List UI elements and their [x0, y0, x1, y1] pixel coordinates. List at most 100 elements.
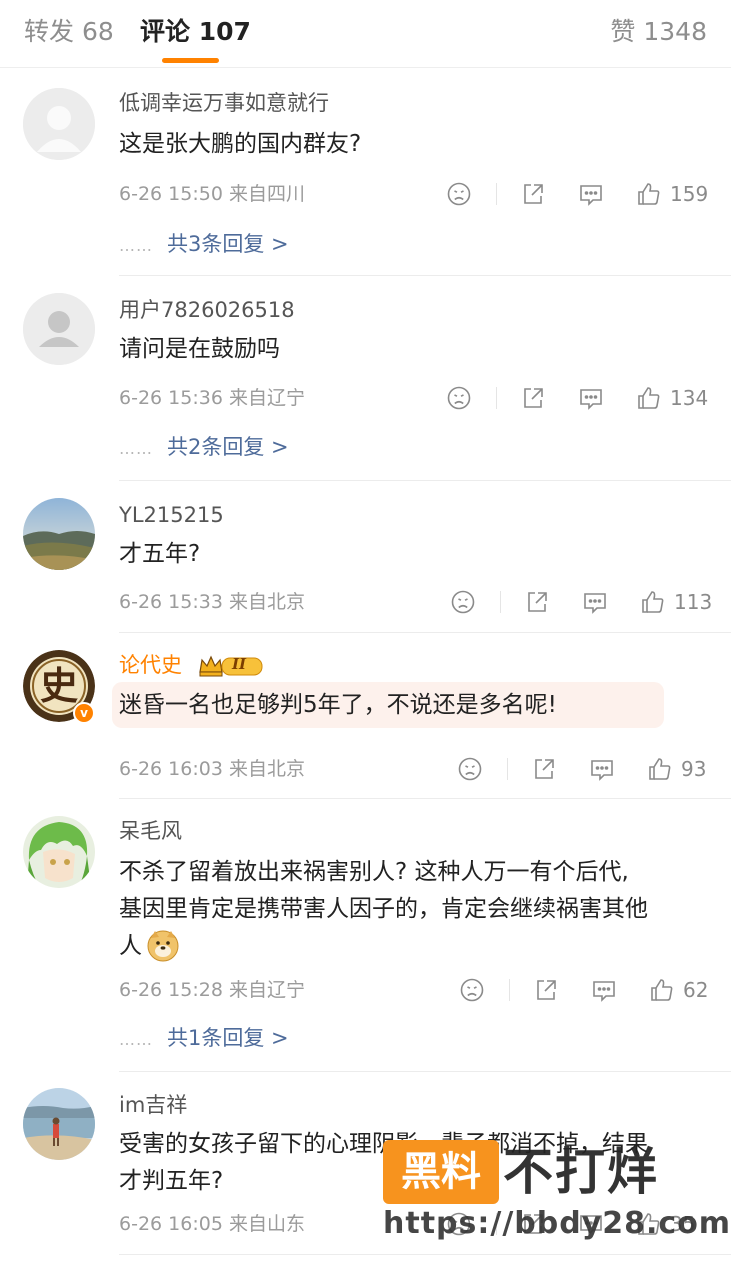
comment-username[interactable]: 呆毛风 [119, 816, 182, 846]
divider [496, 387, 497, 409]
comment-icon [593, 981, 615, 1002]
frown-face-icon [451, 590, 475, 614]
replies-count: 共3条回复 > [167, 232, 289, 256]
crown-level: II [232, 655, 247, 673]
share-icon [537, 980, 556, 1000]
reply-button[interactable] [578, 383, 604, 413]
avatar[interactable] [23, 498, 95, 570]
like-button[interactable]: 62 [649, 975, 708, 1005]
replies-dots: …… [119, 439, 153, 458]
comment-meta: 6-26 15:33 来自北京 [119, 591, 305, 613]
comment-meta: 6-26 16:03 来自北京 [119, 758, 305, 780]
reply-button[interactable] [589, 754, 615, 784]
comment-username[interactable]: im吉祥 [119, 1090, 187, 1120]
tab-likes[interactable]: 赞 1348 [610, 14, 707, 50]
anime-character-avatar-image [23, 816, 95, 888]
dislike-button[interactable] [450, 587, 476, 617]
reply-button[interactable] [591, 975, 617, 1005]
comment-tabs: 转发 68 评论 107 赞 1348 [0, 0, 731, 68]
thumbs-up-icon [642, 591, 664, 613]
avatar[interactable] [23, 88, 95, 160]
tab-comments[interactable]: 评论 107 [140, 14, 251, 50]
divider [509, 979, 510, 1001]
dislike-button[interactable] [459, 975, 485, 1005]
comment-actions: 134 [446, 383, 716, 413]
like-count: 62 [683, 978, 709, 1002]
comment-divider [119, 632, 731, 633]
comment-icon [580, 389, 602, 410]
watermark-url: https://bbdy28.com [383, 1206, 731, 1241]
dislike-button[interactable] [446, 383, 472, 413]
share-button[interactable] [520, 383, 546, 413]
comment-divider [119, 275, 731, 276]
comment-divider [119, 480, 731, 481]
comment-text: 这是张大鹏的国内群友? [119, 131, 362, 157]
like-count: 113 [674, 590, 713, 614]
comment-username[interactable]: 低调幸运万事如意就行 [119, 88, 329, 118]
like-count: 159 [670, 182, 709, 206]
view-replies-link[interactable]: …… 共2条回复 > [119, 432, 289, 464]
like-button[interactable]: 113 [640, 587, 712, 617]
share-button[interactable] [531, 754, 557, 784]
frown-face-icon [447, 182, 471, 206]
reply-button[interactable] [582, 587, 608, 617]
replies-dots: …… [119, 1030, 153, 1049]
thumbs-up-icon [649, 758, 671, 780]
vip-crown-icon[interactable]: II [198, 654, 264, 678]
comment-meta: 6-26 15:50 来自四川 [119, 183, 305, 205]
tab-repost[interactable]: 转发 68 [24, 14, 114, 50]
share-button[interactable] [520, 179, 546, 209]
like-button[interactable]: 159 [636, 179, 708, 209]
share-icon [535, 759, 554, 779]
comment-icon [591, 760, 613, 781]
comment-text: 请问是在鼓励吗 [119, 336, 280, 362]
thumbs-up-icon [638, 183, 660, 205]
reply-button[interactable] [578, 179, 604, 209]
comment-text-line: 人 [119, 933, 142, 959]
active-tab-indicator [162, 58, 219, 63]
comment-meta: 6-26 16:05 来自山东 [119, 1213, 305, 1235]
frown-face-icon [447, 386, 471, 410]
comment-actions: 113 [450, 587, 720, 617]
dislike-button[interactable] [446, 179, 472, 209]
comment-icon [584, 593, 606, 614]
divider [496, 183, 497, 205]
view-replies-link[interactable]: …… 共1条回复 > [119, 1023, 289, 1055]
divider [500, 591, 501, 613]
avatar[interactable] [23, 293, 95, 365]
beach-photo-avatar-image [23, 1088, 95, 1160]
replies-count: 共2条回复 > [167, 435, 289, 459]
like-count: 134 [670, 386, 709, 410]
comment-username[interactable]: 论代史 [119, 650, 182, 680]
view-replies-link[interactable]: …… 共3条回复 > [119, 229, 289, 261]
share-icon [524, 184, 543, 204]
like-count: 93 [681, 757, 707, 781]
comment-divider [119, 1071, 731, 1072]
comment-text-line: 不杀了留着放出来祸害别人? 这种人万一有个后代, [119, 859, 629, 885]
verified-badge-icon: v [73, 702, 95, 724]
comment-actions: 93 [457, 754, 727, 784]
comment-text: 迷昏一名也足够判5年了，不说还是多名呢! [119, 692, 557, 718]
watermark-title: 不打烊 [503, 1143, 659, 1201]
comment-username[interactable]: YL215215 [119, 500, 224, 530]
dislike-button[interactable] [457, 754, 483, 784]
comment-username[interactable]: 用户7826026518 [119, 295, 295, 325]
watermark-logo-box: 黑料 [383, 1140, 499, 1204]
landscape-avatar-image [23, 498, 95, 570]
replies-count: 共1条回复 > [167, 1026, 289, 1050]
avatar[interactable] [23, 1088, 95, 1160]
divider [507, 758, 508, 780]
share-button[interactable] [524, 587, 550, 617]
comment-meta: 6-26 15:36 来自辽宁 [119, 387, 305, 409]
share-icon [524, 388, 543, 408]
share-button[interactable] [533, 975, 559, 1005]
comment-divider [119, 798, 731, 799]
like-button[interactable]: 134 [636, 383, 708, 413]
avatar[interactable] [23, 816, 95, 888]
like-button[interactable]: 93 [647, 754, 706, 784]
watermark: 黑料 不打烊 https://bbdy28.com [383, 1140, 730, 1241]
frown-face-icon [460, 978, 484, 1002]
comment-actions: 159 [446, 179, 716, 209]
share-icon [528, 592, 547, 612]
thumbs-up-icon [638, 387, 660, 409]
